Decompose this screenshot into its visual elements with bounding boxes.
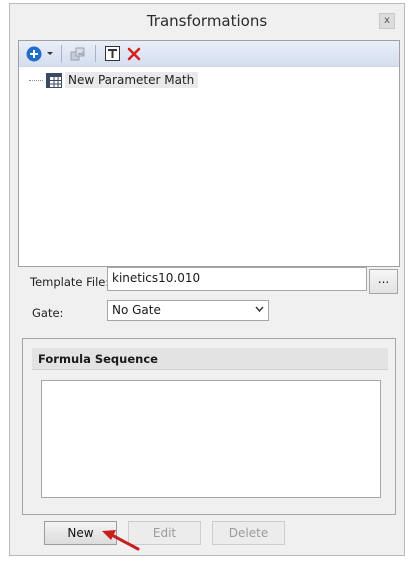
gate-label: Gate: — [32, 306, 64, 320]
transformations-tree-panel: New Parameter Math — [18, 40, 400, 267]
duplicate-button[interactable] — [67, 44, 89, 63]
browse-button[interactable]: ... — [369, 269, 398, 294]
chevron-down-icon — [255, 304, 264, 315]
template-file-input[interactable]: kinetics10.010 — [107, 267, 367, 291]
window-title: Transformations — [146, 12, 268, 30]
add-dropdown-button[interactable] — [45, 44, 55, 63]
title-bar: Transformations x — [10, 4, 404, 36]
delete-icon — [127, 47, 141, 60]
toolbar-separator — [61, 45, 62, 62]
tree-item-new-parameter-math[interactable]: New Parameter Math — [29, 71, 199, 89]
tree-toolbar — [19, 41, 399, 67]
template-file-label: Template File: — [30, 275, 110, 289]
chevron-down-icon — [47, 51, 53, 55]
tree-item-label: New Parameter Math — [65, 72, 199, 88]
gate-selected-value: No Gate — [112, 303, 161, 317]
duplicate-icon — [70, 47, 85, 60]
red-arrow-annotation — [102, 530, 140, 551]
add-button[interactable] — [25, 44, 43, 63]
grid-table-icon — [46, 72, 62, 88]
delete-button[interactable]: Delete — [212, 521, 285, 545]
tree-connector — [29, 79, 43, 81]
close-button[interactable]: x — [379, 13, 395, 29]
delete-toolbar-button[interactable] — [125, 44, 143, 63]
text-edit-icon — [104, 46, 120, 61]
formula-sequence-list[interactable] — [41, 380, 381, 498]
text-edit-button[interactable] — [103, 44, 121, 63]
add-icon — [26, 46, 42, 61]
formula-sequence-header: Formula Sequence — [32, 348, 388, 370]
transformations-window: Transformations x New Parameter Math Tem… — [9, 3, 405, 556]
gate-select[interactable]: No Gate — [107, 300, 269, 321]
toolbar-separator — [95, 45, 96, 62]
formula-sequence-group: Formula Sequence — [22, 338, 396, 515]
